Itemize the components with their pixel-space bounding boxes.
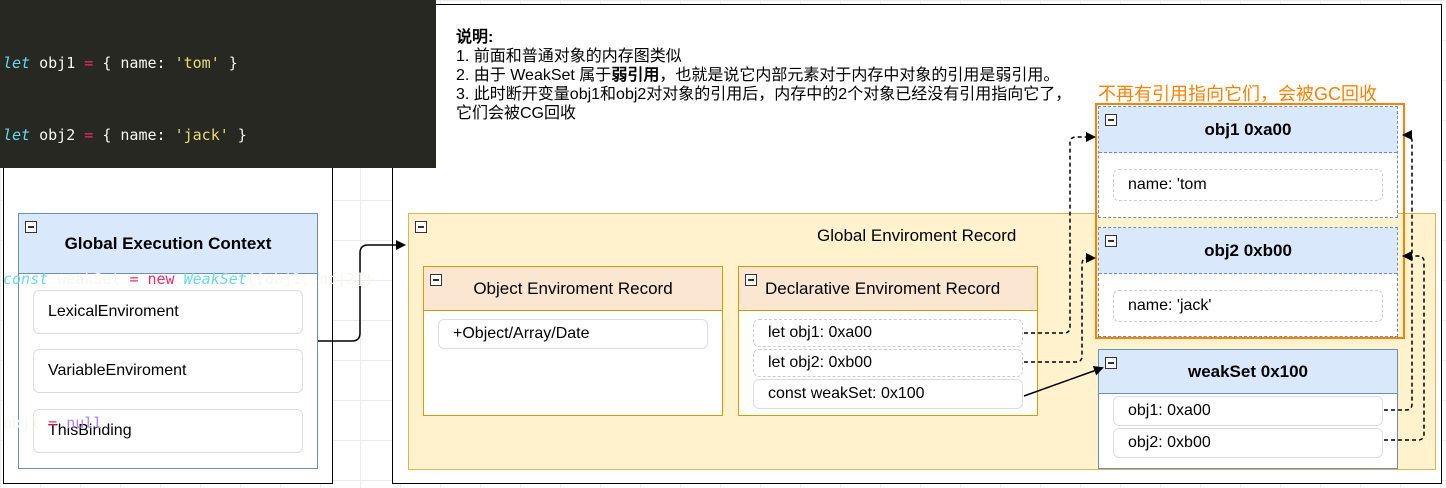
der-header: Declarative Enviroment Record — [739, 267, 1037, 311]
der-item-weakset: const weakSet: 0x100 — [753, 379, 1023, 409]
weakset-item-obj1: obj1: 0xa00 — [1113, 396, 1383, 426]
description-line-2: 2. 由于 WeakSet 属于弱引用，也就是说它内部元素对于内存中对象的引用是… — [456, 67, 1060, 84]
code-line-1: let obj1 = { name: 'tom' } — [3, 54, 238, 72]
oer-title: Object Enviroment Record — [473, 278, 673, 298]
weakset-item-obj2: obj2: 0xb00 — [1113, 428, 1383, 458]
weakset-title: weakSet 0x100 — [1187, 361, 1309, 381]
der-title: Declarative Enviroment Record — [765, 278, 1001, 298]
description: 说明: 1. 前面和普通对象的内存图类似 2. 由于 WeakSet 属于弱引用… — [456, 28, 1076, 123]
code-block: let obj1 = { name: 'tom' } let obj2 = { … — [0, 0, 436, 488]
code-line-4: const weakSet = new WeakSet([obj1, obj2]… — [3, 270, 374, 288]
code-line-7: obj2 = null — [3, 483, 436, 488]
description-line-3: 3. 此时断开变量obj1和obj2对对象的引用后，内存中的2个对象已经没有引用… — [456, 86, 1072, 122]
description-title: 说明: — [456, 29, 494, 46]
oer-item: +Object/Array/Date — [438, 319, 708, 349]
weakset-box: weakSet 0x100 obj1: 0xa00 obj2: 0xb00 — [1098, 349, 1398, 469]
code-line-6: obj1 = null — [3, 414, 103, 432]
der-item-obj2: let obj2: 0xb00 — [753, 349, 1023, 377]
gc-frame — [1095, 103, 1405, 339]
weakset-collapse-icon[interactable] — [1105, 357, 1117, 369]
oer-header: Object Enviroment Record — [424, 267, 722, 311]
code-line-2: let obj2 = { name: 'jack' } — [3, 126, 247, 144]
der-item-obj1: let obj1: 0xa00 — [753, 319, 1023, 347]
declarative-environment-record: Declarative Enviroment Record let obj1: … — [738, 266, 1038, 416]
object-environment-record: Object Enviroment Record +Object/Array/D… — [423, 266, 723, 416]
der-collapse-icon[interactable] — [745, 274, 757, 286]
weakset-header: weakSet 0x100 — [1099, 350, 1397, 394]
description-line-1: 1. 前面和普通对象的内存图类似 — [456, 48, 682, 65]
ger-title: Global Enviroment Record — [817, 226, 1017, 245]
